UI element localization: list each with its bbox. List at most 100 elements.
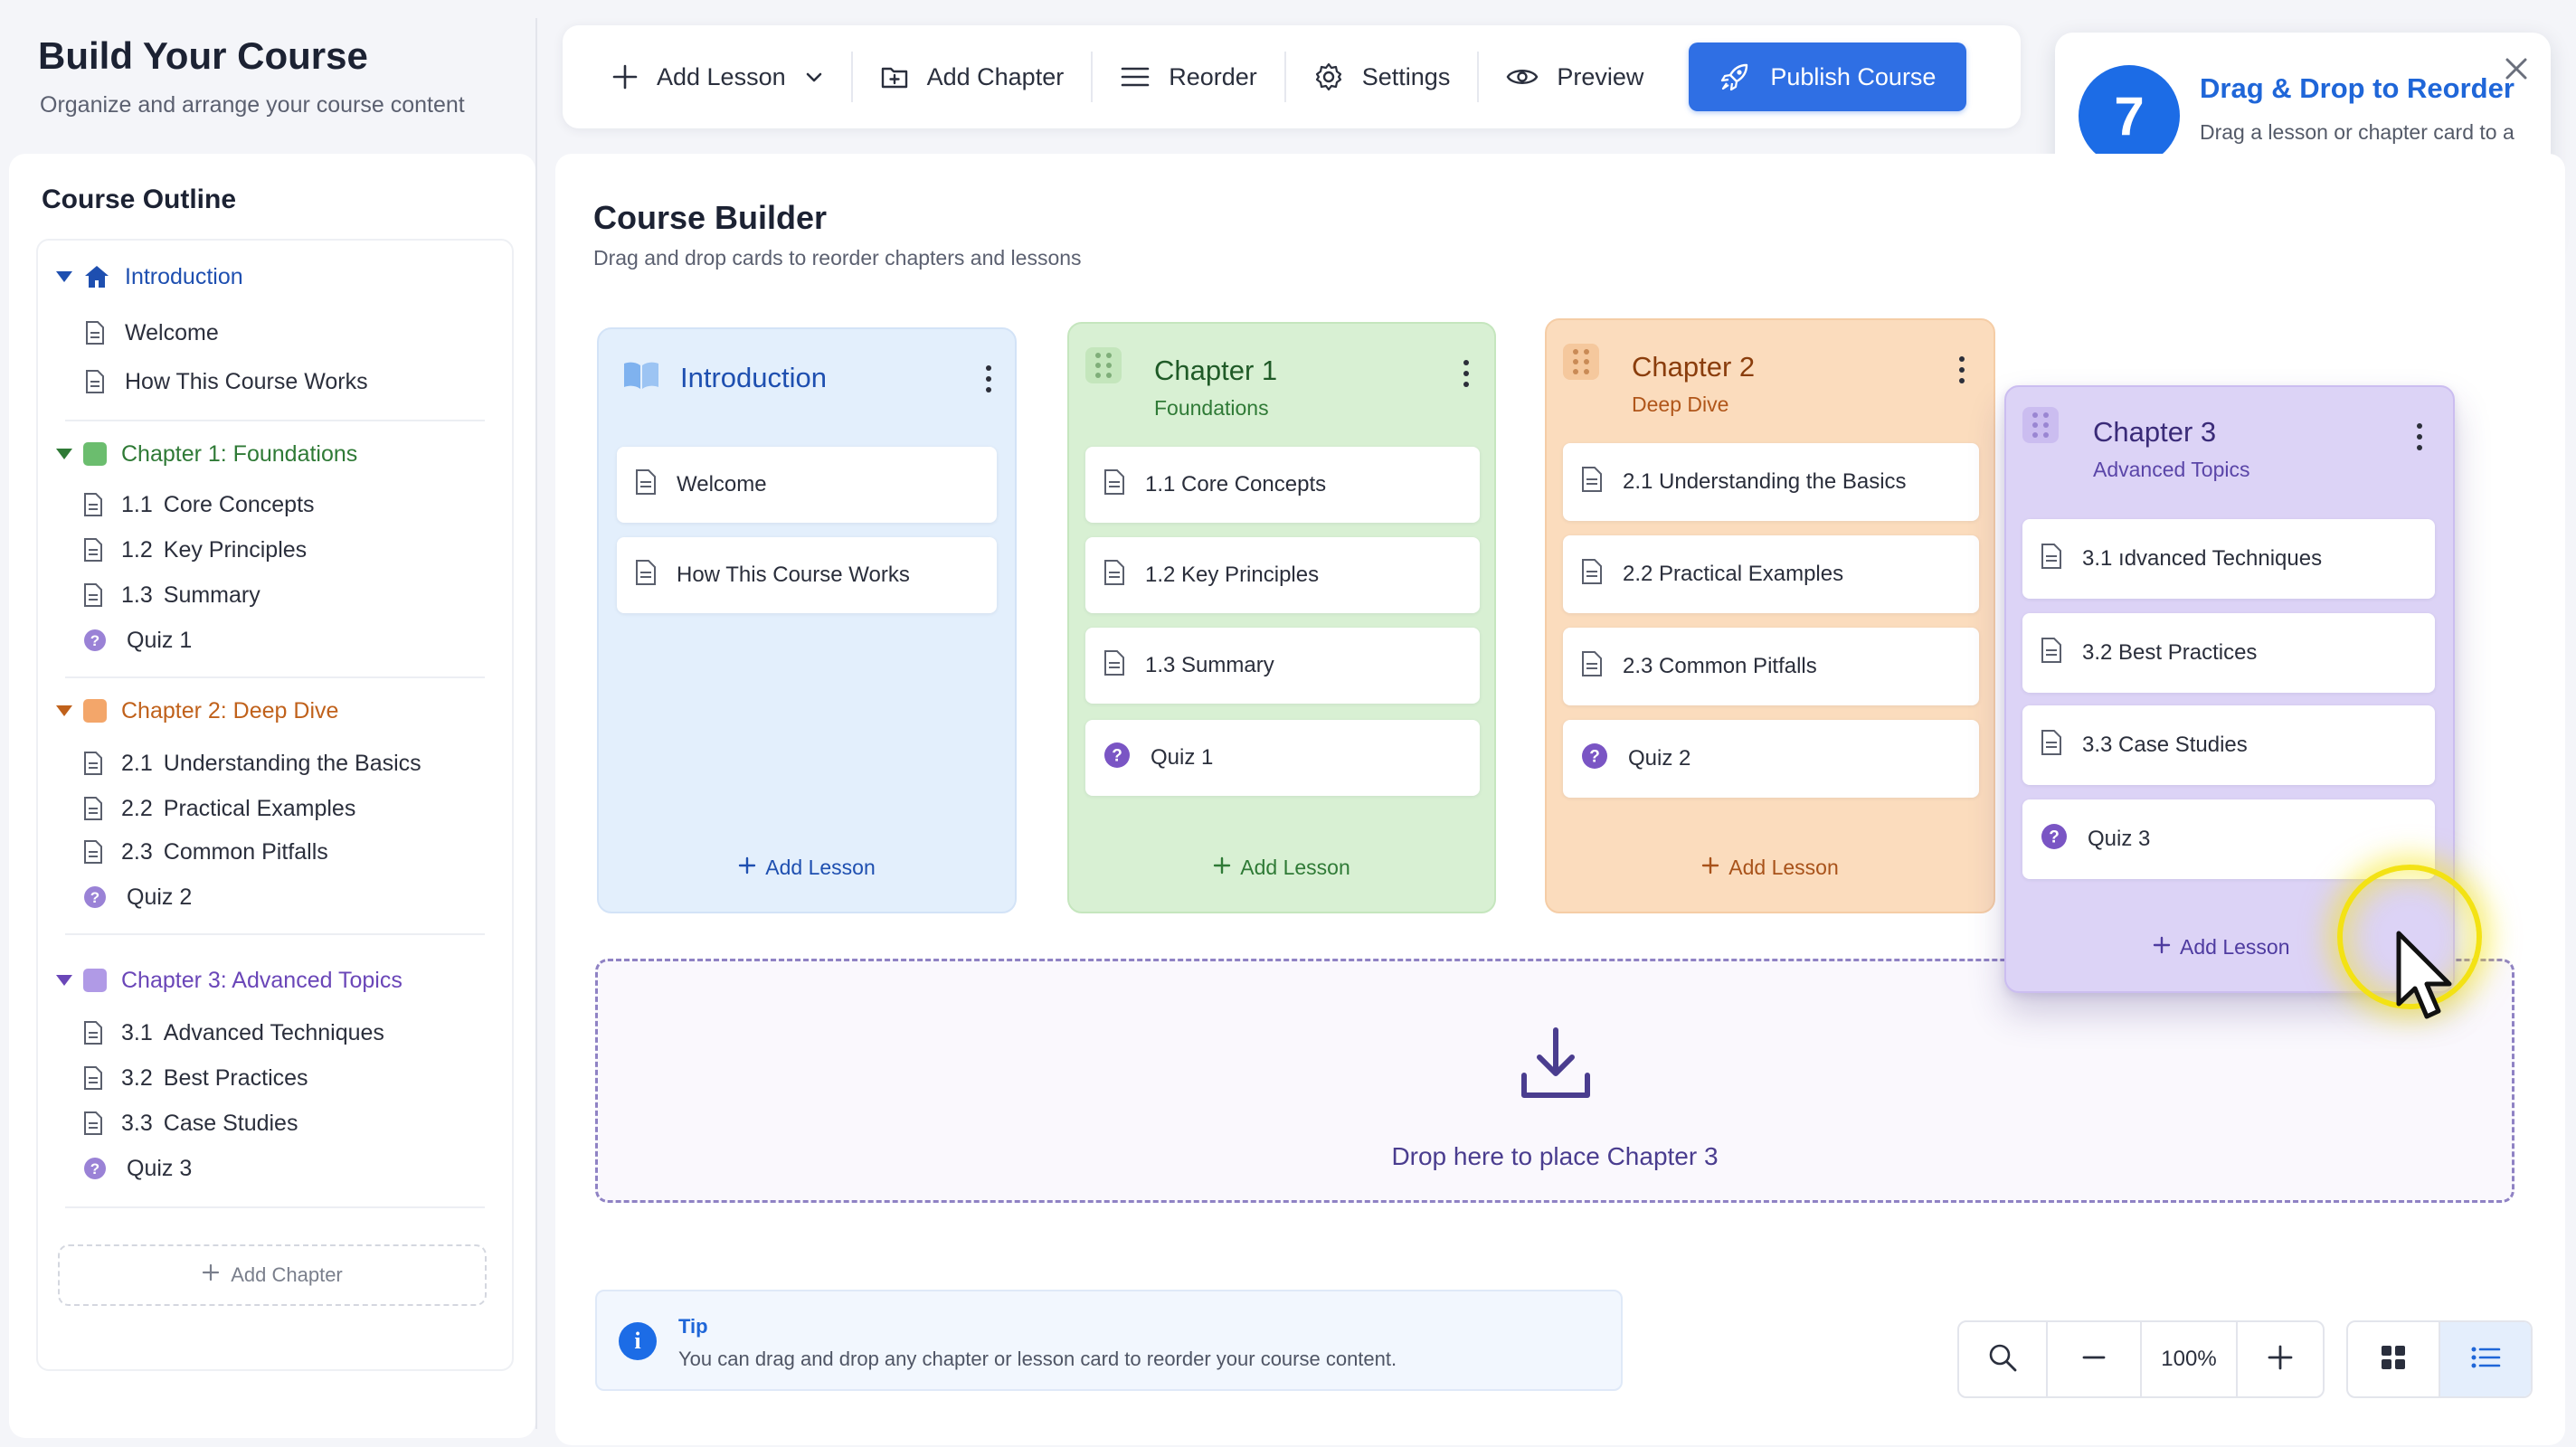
document-icon: [2041, 543, 2062, 576]
lesson-card[interactable]: 2.1 Understanding the Basics: [1563, 443, 1979, 521]
collapse-arrow-icon[interactable]: [56, 271, 72, 282]
home-icon: [83, 264, 110, 289]
quiz-card[interactable]: ? Quiz 1: [1085, 720, 1480, 796]
lesson-card[interactable]: Welcome: [617, 447, 997, 523]
svg-text:?: ?: [1589, 747, 1600, 766]
lesson-card[interactable]: 3.3 Case Studies: [2022, 705, 2435, 785]
drop-zone[interactable]: Drop here to place Chapter 3: [595, 959, 2514, 1203]
add-lesson-label: Add Lesson: [765, 856, 876, 879]
drop-zone-label: Drop here to place Chapter 3: [1391, 1142, 1719, 1170]
column-chapter-2[interactable]: Chapter 2 Deep Dive 2.1 Understanding th…: [1545, 318, 1995, 913]
outline-lesson[interactable]: 1.1 Core Concepts: [83, 485, 315, 525]
outline-lesson[interactable]: 2.3 Common Pitfalls: [83, 832, 328, 872]
column-introduction[interactable]: Introduction Welcome How This Course Wor…: [597, 327, 1017, 913]
folder-plus-icon: [880, 63, 909, 90]
zoom-out-button[interactable]: [2048, 1322, 2142, 1396]
collapse-arrow-icon[interactable]: [56, 705, 72, 716]
list-view-button[interactable]: [2439, 1322, 2531, 1396]
publish-course-button[interactable]: Publish Course: [1689, 43, 1967, 111]
add-chapter-button[interactable]: Add Chapter: [853, 50, 1092, 104]
zoom-search-button[interactable]: [1959, 1322, 2048, 1396]
outline-lesson[interactable]: 3.3 Case Studies: [83, 1103, 298, 1143]
outline-lesson[interactable]: 3.1 Advanced Techniques: [83, 1013, 384, 1053]
divider: [535, 18, 537, 1429]
lesson-card[interactable]: 3.1 ıdvanced Techniques: [2022, 519, 2435, 599]
lesson-card[interactable]: 1.3 Summary: [1085, 628, 1480, 704]
quiz-icon: ?: [83, 629, 107, 652]
lesson-card[interactable]: 2.3 Common Pitfalls: [1563, 628, 1979, 705]
outline-chapter-introduction[interactable]: Introduction: [83, 257, 243, 297]
zoom-in-button[interactable]: [2238, 1322, 2323, 1396]
kebab-menu-icon[interactable]: [1462, 360, 1471, 391]
lesson-card-label: Welcome: [677, 472, 767, 497]
outline-lesson[interactable]: 2.2 Practical Examples: [83, 789, 355, 828]
lesson-card[interactable]: 1.1 Core Concepts: [1085, 447, 1480, 523]
quiz-icon: ?: [1581, 742, 1608, 776]
column-chapter-1[interactable]: Chapter 1 Foundations 1.1 Core Concepts …: [1067, 322, 1496, 913]
document-icon: [83, 582, 103, 608]
outline-lesson-number: 1.2: [121, 536, 153, 563]
outline-quiz[interactable]: ? Quiz 2: [83, 877, 192, 917]
document-icon: [83, 751, 103, 776]
kebab-menu-icon[interactable]: [984, 365, 993, 396]
outline-lesson[interactable]: Welcome: [85, 313, 219, 353]
column-title: Introduction: [680, 362, 827, 393]
lesson-card[interactable]: 1.2 Key Principles: [1085, 537, 1480, 613]
quiz-card[interactable]: ? Quiz 2: [1563, 720, 1979, 798]
outline-lesson[interactable]: How This Course Works: [85, 362, 368, 402]
plus-icon: [1701, 856, 1719, 880]
add-lesson-button[interactable]: Add Lesson: [1069, 856, 1494, 880]
add-lesson-button[interactable]: Add Lesson: [599, 856, 1015, 880]
outline-lesson[interactable]: 1.3 Summary: [83, 575, 260, 615]
collapse-arrow-icon[interactable]: [56, 449, 72, 459]
lesson-card[interactable]: 3.2 Best Practices: [2022, 613, 2435, 693]
kebab-menu-icon[interactable]: [2415, 423, 2424, 454]
outline-lesson[interactable]: 1.2 Key Principles: [83, 530, 307, 570]
drag-handle-icon[interactable]: [2022, 407, 2059, 443]
collapse-arrow-icon[interactable]: [56, 975, 72, 986]
column-title: Chapter 2: [1632, 351, 1756, 383]
outline-lesson[interactable]: 2.1 Understanding the Basics: [83, 743, 421, 783]
add-lesson-button[interactable]: Add Lesson: [590, 50, 851, 104]
reorder-button[interactable]: Reorder: [1093, 50, 1284, 104]
outline-lesson[interactable]: 3.2 Best Practices: [83, 1058, 308, 1098]
outline-quiz[interactable]: ? Quiz 3: [83, 1149, 192, 1188]
quiz-card[interactable]: ? Quiz 3: [2022, 799, 2435, 879]
outline-chapter-3[interactable]: Chapter 3: Advanced Topics: [83, 960, 402, 1000]
toolbar: Add Lesson Add Chapter Reorder Settings …: [563, 25, 2021, 128]
outline-lesson-label: Quiz 2: [127, 884, 193, 910]
builder-title: Course Builder: [593, 199, 828, 236]
document-icon: [1581, 466, 1603, 499]
document-icon: [635, 468, 657, 502]
outline-lesson-number: 3.3: [121, 1110, 153, 1136]
outline-lesson-label: Understanding the Basics: [163, 750, 421, 776]
outline-divider: [65, 1206, 485, 1208]
plus-icon: [611, 63, 639, 90]
lesson-card-label: 3.2 Best Practices: [2082, 640, 2258, 665]
outline-divider: [65, 933, 485, 935]
outline-chapter-2[interactable]: Chapter 2: Deep Dive: [83, 691, 338, 731]
drag-handle-icon[interactable]: [1563, 344, 1599, 380]
document-icon: [1103, 468, 1125, 502]
add-lesson-label: Add Lesson: [657, 62, 786, 90]
outline-chapter-1[interactable]: Chapter 1: Foundations: [83, 434, 357, 474]
lesson-card[interactable]: How This Course Works: [617, 537, 997, 613]
grid-view-button[interactable]: [2348, 1322, 2439, 1396]
svg-text:?: ?: [1112, 746, 1122, 765]
zoom-level: 100%: [2142, 1322, 2238, 1396]
lesson-card[interactable]: 2.2 Practical Examples: [1563, 535, 1979, 613]
preview-button[interactable]: Preview: [1479, 50, 1671, 104]
plus-icon: [2267, 1344, 2294, 1376]
svg-text:?: ?: [90, 632, 99, 649]
add-lesson-button[interactable]: Add Lesson: [1547, 856, 1994, 880]
outline-quiz[interactable]: ? Quiz 1: [83, 620, 192, 660]
svg-text:?: ?: [2049, 828, 2060, 846]
reorder-label: Reorder: [1169, 62, 1257, 90]
settings-button[interactable]: Settings: [1286, 50, 1478, 104]
sidebar-add-chapter-button[interactable]: Add Chapter: [58, 1244, 487, 1306]
column-title: Chapter 3: [2093, 416, 2217, 448]
settings-label: Settings: [1361, 62, 1451, 90]
drag-handle-icon[interactable]: [1085, 347, 1122, 383]
close-icon[interactable]: [2498, 51, 2534, 87]
kebab-menu-icon[interactable]: [1957, 356, 1966, 387]
